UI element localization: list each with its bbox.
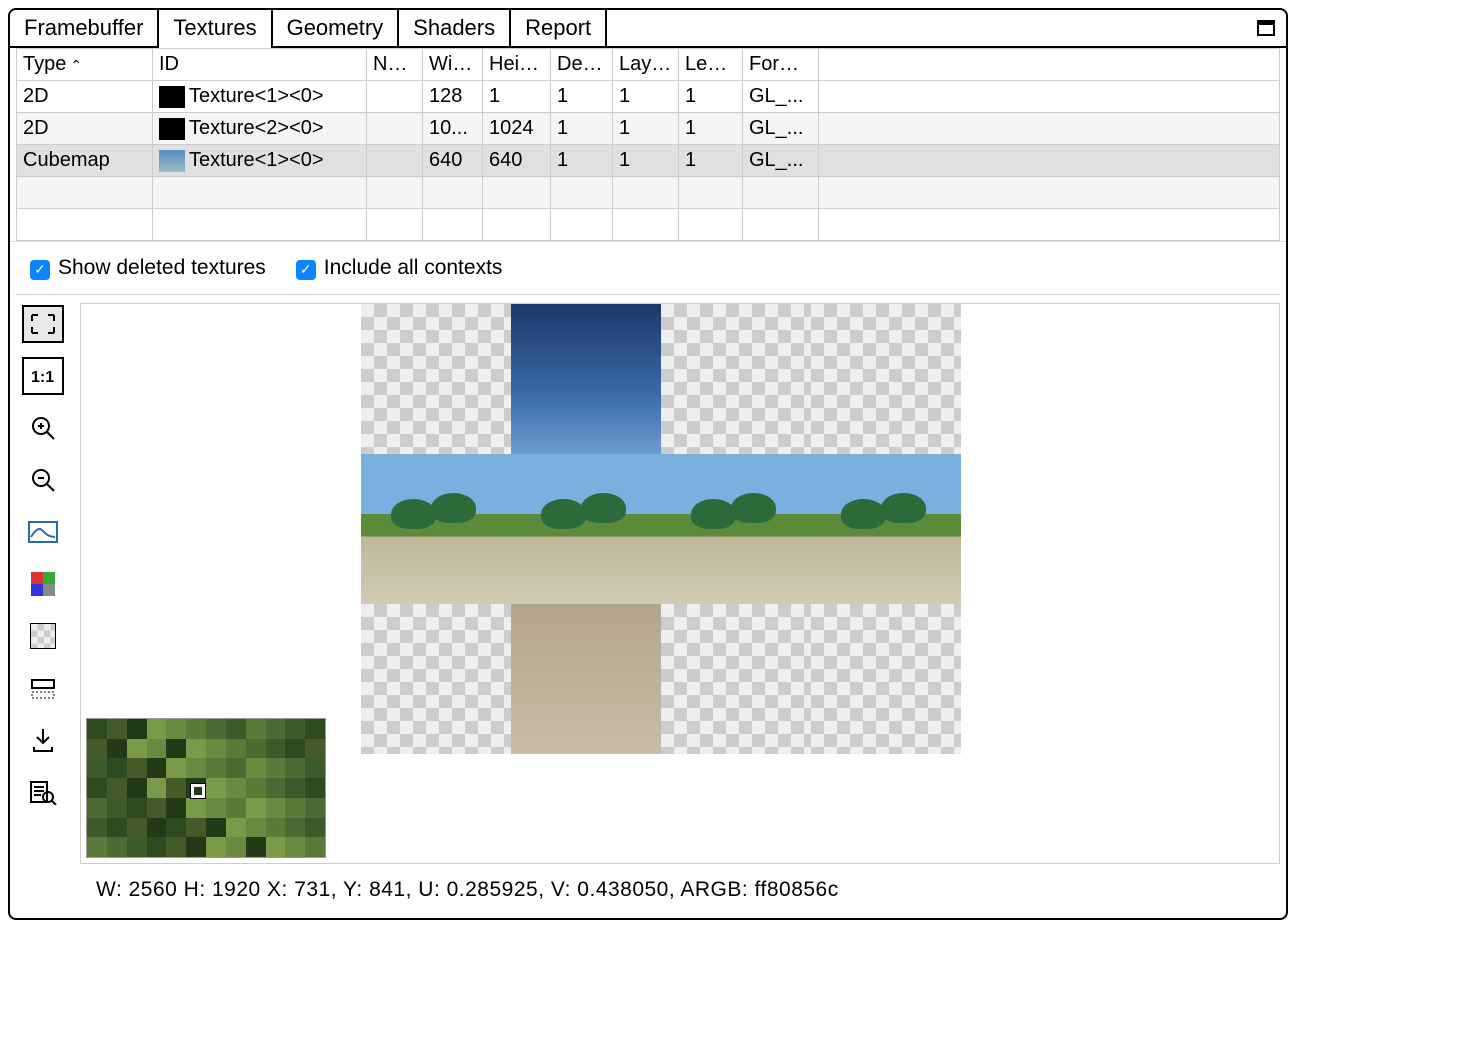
cubemap-face-bottom	[511, 604, 661, 754]
texture-viewer: 1:1	[10, 295, 1286, 918]
col-layers[interactable]: Layers	[613, 49, 679, 81]
textures-panel: Framebuffer Textures Geometry Shaders Re…	[8, 8, 1288, 920]
col-depth[interactable]: Depth	[551, 49, 613, 81]
col-height[interactable]: Height	[483, 49, 551, 81]
svg-text:1:1: 1:1	[31, 369, 54, 386]
flip-icon[interactable]	[22, 669, 64, 707]
cubemap-face-left	[361, 454, 511, 604]
cubemap-face-top	[511, 304, 661, 454]
cubemap-face-right	[661, 454, 811, 604]
zoom-in-icon[interactable]	[22, 409, 64, 447]
table-row[interactable]: 2DTexture<1><0>1281111GL_...	[17, 81, 1280, 113]
texture-thumb-icon	[159, 118, 185, 140]
col-spacer	[819, 49, 1280, 81]
pixel-zoom-overlay	[86, 718, 326, 858]
texture-thumb-icon	[159, 150, 185, 172]
table-header-row: Type⌃ ID Name Width Height Depth Layers …	[17, 49, 1280, 81]
table-row[interactable]: CubemapTexture<1><0>640640111GL_...	[17, 145, 1280, 177]
tab-report[interactable]: Report	[511, 10, 607, 46]
include-all-contexts-checkbox[interactable]: ✓Include all contexts	[296, 256, 503, 280]
tab-strip: Framebuffer Textures Geometry Shaders Re…	[10, 10, 1286, 48]
actual-size-icon[interactable]: 1:1	[22, 357, 64, 395]
save-icon[interactable]	[22, 721, 64, 759]
table-row[interactable]: 2DTexture<2><0>10...1024111GL_...	[17, 113, 1280, 145]
status-bar: W: 2560 H: 1920 X: 731, Y: 841, U: 0.285…	[80, 864, 1280, 912]
table-row-empty	[17, 209, 1280, 241]
check-icon: ✓	[30, 260, 50, 280]
checker-icon[interactable]	[22, 617, 64, 655]
tab-textures[interactable]: Textures	[159, 10, 272, 46]
show-deleted-checkbox[interactable]: ✓Show deleted textures	[30, 256, 266, 280]
tab-geometry[interactable]: Geometry	[273, 10, 400, 46]
col-format[interactable]: Format	[743, 49, 819, 81]
check-icon: ✓	[296, 260, 316, 280]
inspect-icon[interactable]	[22, 773, 64, 811]
maximize-icon[interactable]	[1246, 10, 1286, 46]
options-bar: ✓Show deleted textures ✓Include all cont…	[10, 242, 1286, 294]
texture-canvas[interactable]	[80, 303, 1280, 864]
cubemap-cross	[361, 304, 961, 754]
col-type[interactable]: Type⌃	[17, 49, 153, 81]
table-row-empty	[17, 177, 1280, 209]
histogram-icon[interactable]	[22, 513, 64, 551]
pixel-cursor-icon	[191, 784, 205, 798]
texture-table: Type⌃ ID Name Width Height Depth Layers …	[10, 48, 1286, 242]
col-levels[interactable]: Levels	[679, 49, 743, 81]
zoom-out-icon[interactable]	[22, 461, 64, 499]
texture-thumb-icon	[159, 86, 185, 108]
tab-framebuffer[interactable]: Framebuffer	[10, 10, 159, 46]
col-id[interactable]: ID	[153, 49, 367, 81]
cubemap-face-back	[811, 454, 961, 604]
fit-icon[interactable]	[22, 305, 64, 343]
viewer-toolbar: 1:1	[16, 303, 70, 912]
col-width[interactable]: Width	[423, 49, 483, 81]
tab-shaders[interactable]: Shaders	[399, 10, 511, 46]
cubemap-face-front	[511, 454, 661, 604]
sort-asc-icon: ⌃	[70, 57, 82, 73]
col-name[interactable]: Name	[367, 49, 423, 81]
channels-icon[interactable]	[22, 565, 64, 603]
